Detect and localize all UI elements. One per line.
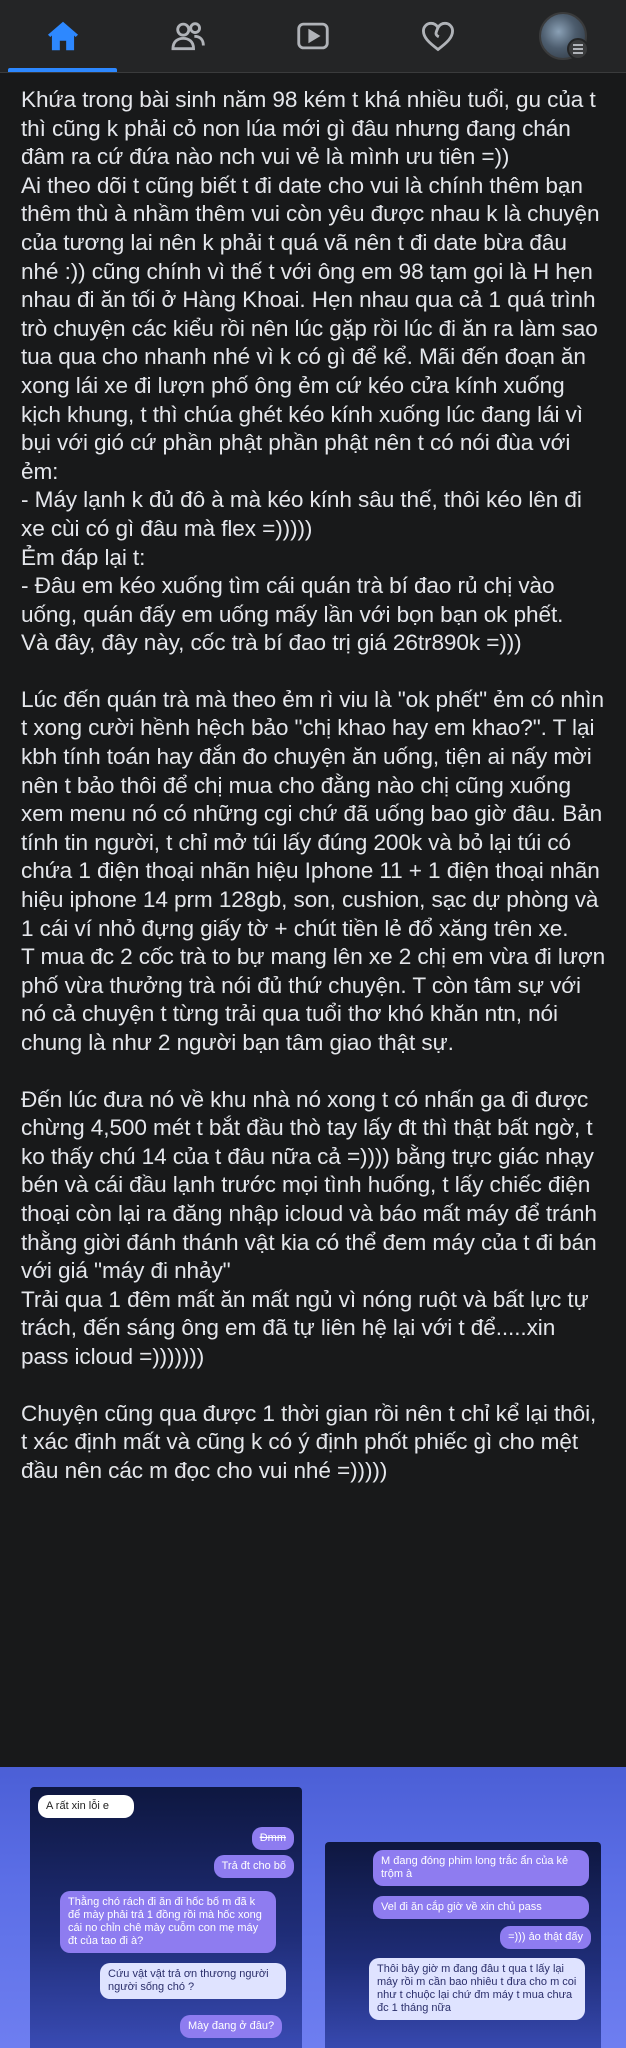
chat-message: Đmm [251, 1827, 294, 1850]
nav-watch[interactable] [250, 0, 375, 72]
chat-message: Cứu vật vật trả ơn thương người người số… [100, 1963, 286, 1999]
nav-dating[interactable] [376, 0, 501, 72]
chat-message: Thằng chó rách đi ăn đi hốc bố m đã k để… [60, 1891, 276, 1953]
post-body: Khứa trong bài sinh năm 98 kém t khá nhi… [21, 86, 606, 1485]
heart-icon [422, 21, 455, 52]
post-paragraph: Chuyện cũng qua được 1 thời gian rồi nên… [21, 1400, 603, 1483]
chat-message: Vel đi ăn cắp giờ về xin chủ pass [373, 1896, 589, 1919]
post-paragraph: Khứa trong bài sinh năm 98 kém t khá nhi… [21, 87, 600, 656]
friends-icon [171, 22, 205, 51]
post-image[interactable]: A rất xin lỗi e Đmm Trả đt cho bố Thằng … [0, 1767, 626, 2048]
post-paragraph: Đến lúc đưa nó về khu nhà nó xong t có n… [21, 1086, 597, 1369]
chat-message: Trả đt cho bố [213, 1855, 294, 1878]
chat-message: Mày đang ở đâu? [180, 2015, 283, 2038]
video-play-icon [297, 22, 329, 50]
chat-header: A rất xin lỗi e [38, 1795, 134, 1818]
chat-message: =))) ảo thật đấy [500, 1926, 591, 1949]
top-navigation-bar [0, 0, 626, 73]
chat-screenshot-left: A rất xin lỗi e Đmm Trả đt cho bố Thằng … [30, 1787, 302, 2048]
home-icon [47, 21, 78, 51]
chat-message: M đang đóng phim long trắc ẩn của kẻ trộ… [373, 1850, 589, 1886]
chat-screenshot-right: M đang đóng phim long trắc ẩn của kẻ trộ… [325, 1842, 601, 2048]
menu-icon [567, 38, 590, 60]
chat-message: Thôi bây giờ m đang đâu t qua t lấy lại … [369, 1958, 585, 2020]
post-paragraph: Lúc đến quán trà mà theo ẻm rì viu là "o… [21, 686, 606, 1055]
nav-friends[interactable] [125, 0, 250, 72]
nav-home[interactable] [0, 0, 125, 72]
avatar [539, 12, 590, 60]
nav-profile-menu[interactable] [501, 0, 626, 72]
